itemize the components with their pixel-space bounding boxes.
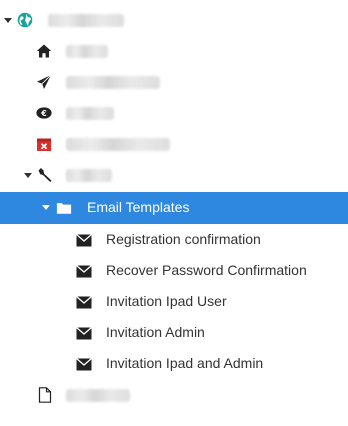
tree-item-send[interactable] (0, 67, 348, 98)
email-template-item[interactable]: Recover Password Confirmation (0, 255, 348, 286)
email-templates-label: Email Templates (87, 199, 190, 215)
tree-item-document-label (66, 389, 130, 402)
document-icon (37, 387, 53, 403)
paper-plane-icon (36, 74, 52, 90)
envelope-icon (76, 356, 92, 372)
tree-item-finance[interactable]: € (0, 98, 348, 129)
calendar-x-icon (36, 136, 52, 152)
tree-item-cancelled-label (66, 138, 170, 151)
wrench-icon (37, 167, 53, 183)
email-template-item[interactable]: Invitation Ipad User (0, 286, 348, 317)
email-template-item[interactable]: Registration confirmation (0, 224, 348, 255)
svg-text:€: € (40, 109, 47, 118)
email-template-label: Invitation Admin (106, 324, 205, 340)
tree-item-tools[interactable] (0, 160, 348, 191)
globe-icon (17, 12, 33, 28)
email-template-item[interactable]: Invitation Ipad and Admin (0, 348, 348, 379)
envelope-icon (76, 325, 92, 341)
tree-root-node[interactable] (0, 5, 348, 36)
email-template-label: Registration confirmation (106, 231, 261, 247)
folder-icon (56, 200, 72, 216)
tree-item-finance-label (66, 107, 114, 120)
tree-item-email-templates[interactable]: Email Templates (0, 192, 348, 224)
tree-item-home-label (66, 45, 108, 58)
email-template-item[interactable]: Invitation Admin (0, 317, 348, 348)
email-template-label: Invitation Ipad and Admin (106, 355, 264, 371)
envelope-icon (76, 232, 92, 248)
tree-item-home[interactable] (0, 36, 348, 67)
caret-down-icon[interactable] (42, 205, 50, 210)
envelope-icon (76, 294, 92, 310)
tree-root-label (48, 14, 124, 27)
home-icon (36, 43, 52, 59)
tree-item-cancelled[interactable] (0, 129, 348, 160)
tree-item-send-label (66, 76, 160, 89)
euro-badge-icon: € (36, 105, 52, 121)
caret-down-icon[interactable] (24, 173, 32, 178)
caret-down-icon[interactable] (4, 18, 12, 23)
email-template-label: Recover Password Confirmation (106, 262, 307, 278)
tree-item-document[interactable] (0, 380, 348, 411)
email-template-label: Invitation Ipad User (106, 293, 227, 309)
tree-item-tools-label (66, 169, 112, 182)
navigation-tree: € Email Templates Registration confirmat… (0, 0, 348, 426)
envelope-icon (76, 263, 92, 279)
